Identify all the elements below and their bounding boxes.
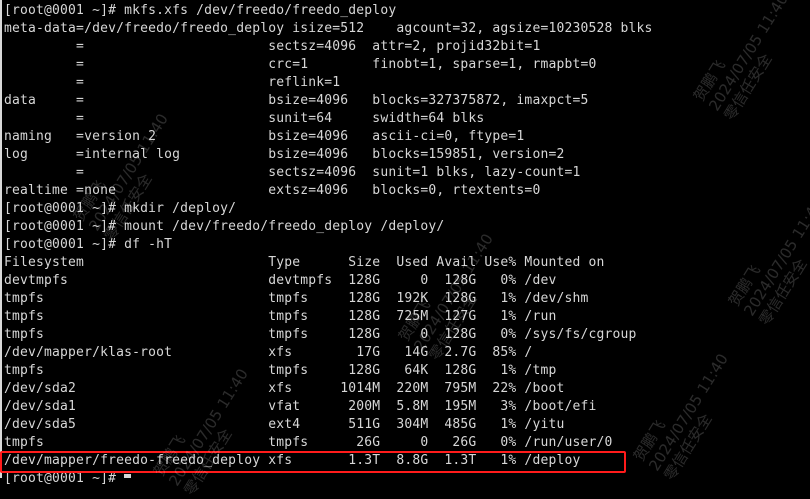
- output-line: = sunit=64 swidth=64 blks: [4, 111, 485, 126]
- df-row: tmpfs tmpfs 128G 725M 127G 1% /run: [4, 309, 557, 324]
- output-line: = reflink=1: [4, 75, 341, 90]
- prompt-line: [root@0001 ~]# mkdir /deploy/: [4, 201, 237, 216]
- df-row: tmpfs tmpfs 128G 192K 128G 1% /dev/shm: [4, 291, 589, 306]
- output-line: meta-data=/dev/freedo/freedo_deploy isiz…: [4, 21, 653, 36]
- df-header-row: Filesystem Type Size Used Avail Use% Mou…: [4, 255, 605, 270]
- output-line: naming =version 2 bsize=4096 ascii-ci=0,…: [4, 129, 525, 144]
- output-line: log =internal log bsize=4096 blocks=1598…: [4, 147, 565, 162]
- df-row: /dev/sda1 vfat 200M 5.8M 195M 3% /boot/e…: [4, 399, 597, 414]
- output-line: = crc=1 finobt=1, sparse=1, rmapbt=0: [4, 57, 597, 72]
- df-row: tmpfs tmpfs 26G 0 26G 0% /run/user/0: [4, 435, 613, 450]
- prompt-line: [root@0001 ~]# mount /dev/freedo/freedo_…: [4, 219, 445, 234]
- output-line: = sectsz=4096 sunit=1 blks, lazy-count=1: [4, 165, 581, 180]
- output-line: = sectsz=4096 attr=2, projid32bit=1: [4, 39, 541, 54]
- df-row: /dev/sda2 xfs 1014M 220M 795M 22% /boot: [4, 381, 565, 396]
- df-row-deploy: /dev/mapper/freedo-freedo_deploy xfs 1.3…: [4, 453, 581, 468]
- df-row: /dev/sda5 ext4 511G 304M 485G 1% /yitu: [4, 417, 565, 432]
- prompt-line: [root@0001 ~]# df -hT: [4, 237, 173, 252]
- df-row: tmpfs tmpfs 128G 64K 128G 1% /tmp: [4, 363, 557, 378]
- terminal-cursor: [124, 474, 131, 478]
- prompt-line: [root@0001 ~]#: [4, 471, 125, 486]
- terminal-output[interactable]: [root@0001 ~]# mkfs.xfs /dev/freedo/free…: [4, 2, 810, 488]
- output-line: realtime =none extsz=4096 blocks=0, rtex…: [4, 183, 541, 198]
- df-row: devtmpfs devtmpfs 128G 0 128G 0% /dev: [4, 273, 557, 288]
- df-row: /dev/mapper/klas-root xfs 17G 14G 2.7G 8…: [4, 345, 533, 360]
- df-row: tmpfs tmpfs 128G 0 128G 0% /sys/fs/cgrou…: [4, 327, 637, 342]
- prompt-line: [root@0001 ~]# mkfs.xfs /dev/freedo/free…: [4, 3, 397, 18]
- window-left-edge: [0, 0, 2, 478]
- output-line: data = bsize=4096 blocks=327375872, imax…: [4, 93, 589, 108]
